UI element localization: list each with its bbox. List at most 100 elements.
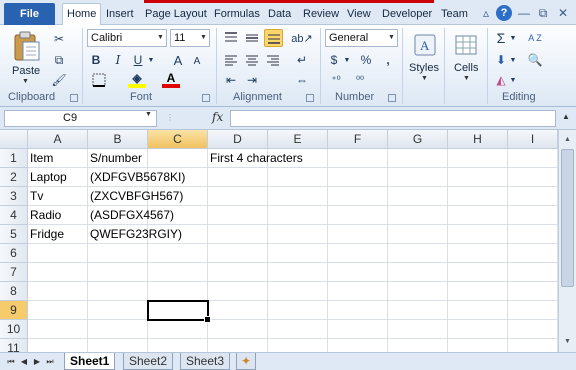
name-box[interactable]: C9	[4, 110, 157, 127]
scroll-up-icon[interactable]: ▲	[559, 131, 576, 148]
column-header-c[interactable]: C	[148, 130, 208, 149]
cell-a4[interactable]: Radio	[28, 206, 88, 225]
paste-dropdown-icon[interactable]: ▼	[22, 78, 29, 85]
expand-formula-bar-icon[interactable]: ▲	[562, 112, 570, 121]
grid-cell[interactable]	[448, 206, 508, 225]
grid-cell[interactable]	[88, 301, 148, 320]
align-middle-button[interactable]	[243, 30, 261, 46]
grid-cell[interactable]	[88, 263, 148, 282]
cell-a1[interactable]: Item	[28, 149, 88, 168]
currency-dropdown-icon[interactable]: ▼	[343, 52, 351, 68]
grid-cell[interactable]	[88, 282, 148, 301]
grid-cell[interactable]	[148, 149, 208, 168]
grid-cell[interactable]	[328, 206, 388, 225]
sheet-tab-sheet1[interactable]: Sheet1	[64, 353, 116, 370]
worksheet-grid[interactable]: A B C D E F G H I 1 2 3 4 5 6 7 8 9 10 1…	[0, 130, 576, 352]
first-sheet-icon[interactable]: ⏮	[6, 355, 16, 369]
cell-d1[interactable]: First 4 characters	[208, 149, 303, 168]
grid-cell[interactable]	[208, 244, 268, 263]
cell-a3[interactable]: Tv	[28, 187, 88, 206]
grid-cell[interactable]	[328, 187, 388, 206]
grid-cell[interactable]	[208, 206, 268, 225]
grid-cell[interactable]	[508, 244, 558, 263]
grid-cell[interactable]	[28, 320, 88, 339]
grid-cell[interactable]	[28, 339, 88, 352]
grid-cell[interactable]	[388, 187, 448, 206]
help-icon[interactable]: ?	[496, 5, 512, 21]
tab-home[interactable]: Home	[62, 3, 102, 26]
sheet-tab-sheet2[interactable]: Sheet2	[123, 353, 174, 370]
font-size-combo[interactable]: 11 ▼	[170, 29, 210, 47]
grid-cell[interactable]	[328, 225, 388, 244]
row-header-7[interactable]: 7	[0, 263, 28, 282]
align-top-button[interactable]	[222, 30, 240, 46]
grid-cell[interactable]	[148, 320, 208, 339]
decrease-decimal-button[interactable]: ⁰⁰	[350, 72, 370, 88]
find-select-button[interactable]: 🔍	[522, 52, 548, 68]
number-launcher-icon[interactable]	[388, 94, 396, 102]
cell-b5[interactable]: QWEFG23RGIY)	[88, 225, 182, 244]
tab-page-layout[interactable]: Page Layout	[145, 6, 207, 25]
grid-cell[interactable]	[208, 168, 268, 187]
grid-cell[interactable]	[508, 320, 558, 339]
grid-cell[interactable]	[508, 206, 558, 225]
grid-cell[interactable]	[388, 282, 448, 301]
grid-cell[interactable]	[268, 301, 328, 320]
grid-cell[interactable]	[328, 282, 388, 301]
close-window-icon[interactable]: ✕	[555, 5, 571, 21]
grid-cell[interactable]	[328, 168, 388, 187]
grid-cell[interactable]	[508, 225, 558, 244]
grid-cell[interactable]	[28, 282, 88, 301]
align-bottom-button[interactable]	[264, 29, 283, 47]
sheet-tab-sheet3[interactable]: Sheet3	[180, 353, 231, 370]
grid-cell[interactable]	[268, 244, 328, 263]
grid-cell[interactable]	[28, 301, 88, 320]
grid-cell[interactable]	[208, 225, 268, 244]
minimize-window-icon[interactable]: —	[516, 5, 532, 21]
grid-cell[interactable]	[448, 225, 508, 244]
grid-cell[interactable]	[508, 168, 558, 187]
grid-cell[interactable]	[268, 282, 328, 301]
column-header-b[interactable]: B	[88, 130, 148, 149]
column-header-g[interactable]: G	[388, 130, 448, 149]
scroll-down-icon[interactable]: ▼	[559, 333, 576, 350]
grid-cell[interactable]	[508, 301, 558, 320]
wrap-text-button[interactable]: ↵	[291, 52, 313, 68]
grid-cell[interactable]	[148, 339, 208, 352]
grid-cell[interactable]	[268, 187, 328, 206]
italic-button[interactable]: I	[110, 52, 126, 68]
grid-cell[interactable]	[148, 263, 208, 282]
borders-button[interactable]	[88, 72, 110, 88]
row-header-11[interactable]: 11	[0, 339, 28, 352]
row-header-6[interactable]: 6	[0, 244, 28, 263]
restore-window-icon[interactable]: ⧉	[535, 5, 551, 21]
grid-cell[interactable]	[448, 339, 508, 352]
cell-b1[interactable]: S/number	[88, 149, 148, 168]
cells-button[interactable]	[453, 31, 479, 61]
next-sheet-icon[interactable]: ▶	[32, 355, 42, 369]
grid-cell[interactable]	[148, 244, 208, 263]
insert-sheet-button[interactable]: ✦	[236, 353, 257, 370]
increase-decimal-button[interactable]: ⁺⁰	[326, 72, 346, 88]
underline-dropdown-icon[interactable]: ▼	[147, 52, 155, 68]
fill-dropdown-icon[interactable]: ▼	[509, 52, 517, 68]
row-header-10[interactable]: 10	[0, 320, 28, 339]
grid-cell[interactable]	[268, 225, 328, 244]
grid-cell[interactable]	[28, 263, 88, 282]
grid-cell[interactable]	[208, 282, 268, 301]
grid-cell[interactable]	[448, 168, 508, 187]
grid-cell[interactable]	[208, 339, 268, 352]
grid-cell[interactable]	[328, 320, 388, 339]
grid-cell[interactable]	[268, 168, 328, 187]
vertical-scrollbar[interactable]: ▲ ▼	[558, 130, 576, 352]
grid-cell[interactable]	[148, 282, 208, 301]
column-header-i[interactable]: I	[508, 130, 558, 149]
tab-view[interactable]: View	[347, 6, 371, 25]
grid-cell[interactable]	[88, 339, 148, 352]
grid-cell[interactable]	[208, 320, 268, 339]
increase-indent-button[interactable]: ⇥	[243, 72, 261, 88]
column-header-a[interactable]: A	[28, 130, 88, 149]
tab-team[interactable]: Team	[441, 6, 468, 25]
grid-cell[interactable]	[448, 301, 508, 320]
alignment-launcher-icon[interactable]	[306, 94, 314, 102]
